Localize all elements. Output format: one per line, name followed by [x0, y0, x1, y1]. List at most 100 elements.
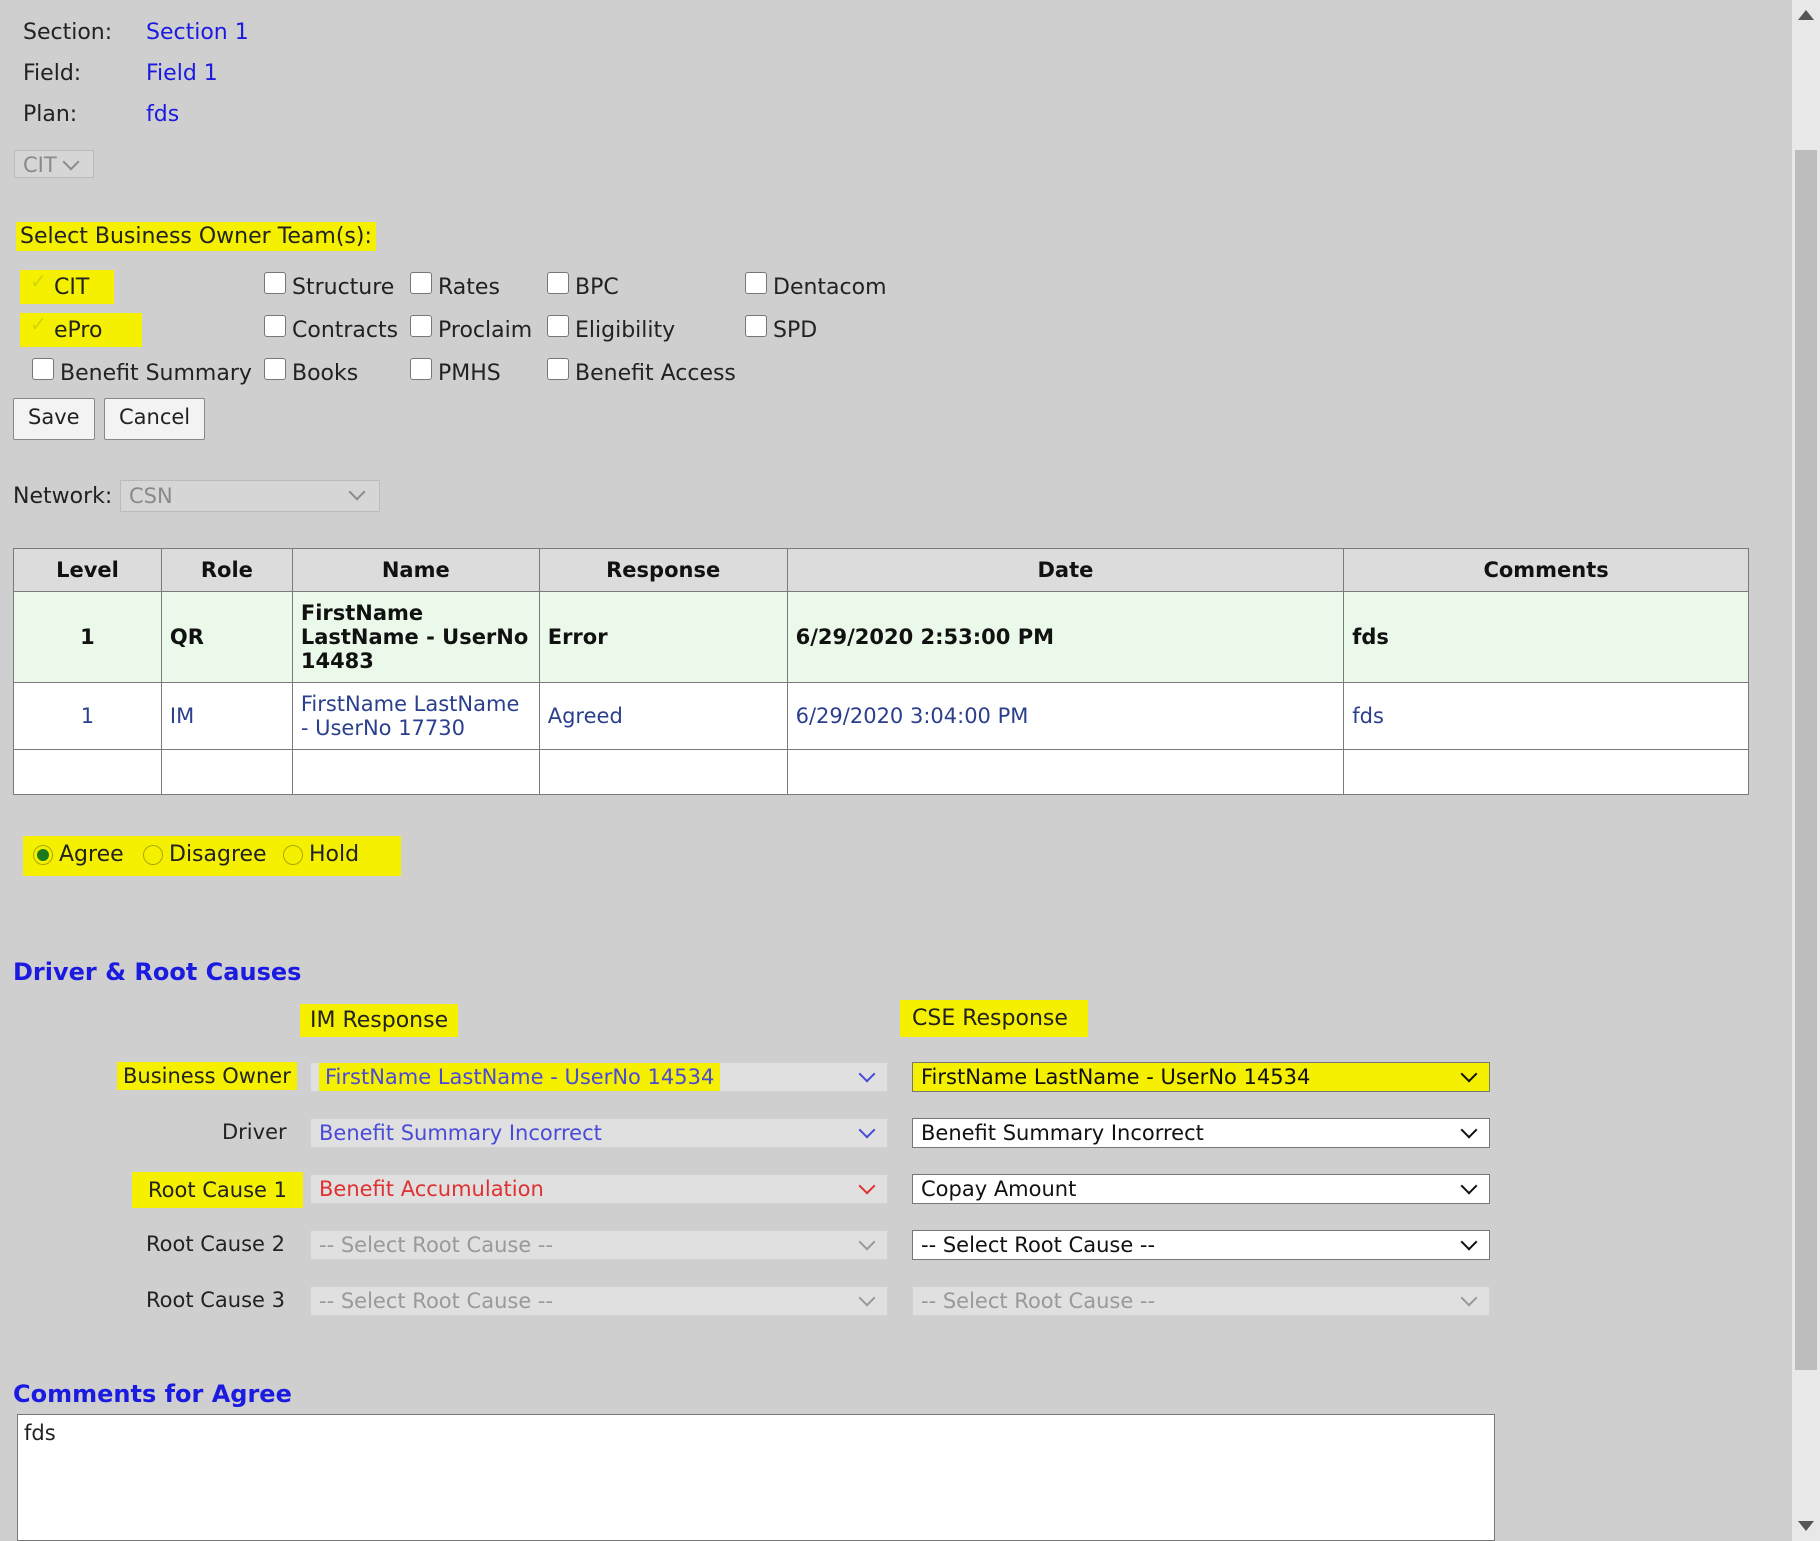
im-driver-select[interactable]: Benefit Summary Incorrect — [310, 1118, 888, 1148]
table-row[interactable]: 1 IM FirstName LastName - UserNo 17730 A… — [13, 682, 1749, 750]
im-root-cause-2-select[interactable]: -- Select Root Cause -- — [310, 1230, 888, 1260]
plan-label: Plan: — [23, 102, 78, 127]
checkbox-label: Books — [292, 360, 359, 386]
checkbox-benefit-summary[interactable]: Benefit Summary — [32, 356, 252, 390]
chevron-down-icon — [858, 1289, 876, 1307]
checkbox-icon — [410, 272, 432, 294]
im-business-owner-select[interactable]: FirstName LastName - UserNo 14534 — [310, 1062, 888, 1092]
chevron-down-icon — [62, 153, 80, 171]
cse-business-owner-select[interactable]: FirstName LastName - UserNo 14534 — [912, 1062, 1490, 1092]
chevron-down-icon — [858, 1121, 876, 1139]
save-button[interactable]: Save — [13, 398, 95, 440]
comments-textarea[interactable]: fds — [17, 1414, 1495, 1541]
im-business-owner-value: FirstName LastName - UserNo 14534 — [319, 1063, 721, 1091]
checkbox-dentacom[interactable]: Dentacom — [745, 270, 887, 304]
cancel-button[interactable]: Cancel — [104, 398, 206, 440]
network-select[interactable]: CSN — [120, 480, 380, 512]
im-root-cause-1-select[interactable]: Benefit Accumulation — [310, 1174, 888, 1204]
column-header[interactable]: Level — [13, 548, 162, 592]
scroll-up-arrow-icon[interactable] — [1798, 10, 1814, 20]
table-cell-role: IM — [160, 682, 293, 750]
checkbox-icon — [547, 358, 569, 380]
checkbox-label: BPC — [575, 274, 619, 300]
review-table: Level Role Name Response Date Comments 1… — [13, 548, 1749, 795]
cse-root-cause-3-select[interactable]: -- Select Root Cause -- — [912, 1286, 1490, 1316]
table-row[interactable]: 1 QR FirstName LastName - UserNo 14483 E… — [13, 591, 1749, 683]
chevron-down-icon — [1460, 1121, 1478, 1139]
radio-agree[interactable]: Agree — [33, 842, 124, 867]
cse-driver-select[interactable]: Benefit Summary Incorrect — [912, 1118, 1490, 1148]
checkbox-contracts[interactable]: Contracts — [264, 313, 398, 347]
team-select[interactable]: CIT — [14, 150, 94, 178]
checkbox-icon — [410, 315, 432, 337]
scroll-down-arrow-icon[interactable] — [1798, 1521, 1814, 1531]
column-header[interactable]: Role — [160, 548, 293, 592]
cse-business-owner-value: FirstName LastName - UserNo 14534 — [921, 1065, 1311, 1089]
checkbox-pmhs[interactable]: PMHS — [410, 356, 501, 390]
checkbox-icon — [32, 358, 54, 380]
table-cell — [13, 749, 162, 795]
vertical-scrollbar[interactable] — [1792, 0, 1820, 1541]
table-cell-response: Error — [538, 591, 788, 683]
root-cause-3-label: Root Cause 3 — [146, 1288, 285, 1312]
checkbox-label: Benefit Access — [575, 360, 736, 386]
radio-label: Hold — [309, 842, 360, 867]
team-select-value: CIT — [23, 153, 57, 177]
section-value: Section 1 — [146, 20, 249, 45]
table-cell-name: FirstName LastName - UserNo 17730 — [291, 682, 540, 750]
table-cell-comments: fds — [1343, 682, 1749, 750]
checkbox-epro[interactable]: ePro — [20, 312, 142, 347]
checkbox-cit[interactable]: CIT — [20, 269, 114, 304]
driver-section-title: Driver & Root Causes — [13, 958, 302, 986]
checkbox-label: Benefit Summary — [60, 360, 252, 386]
radio-hold[interactable]: Hold — [283, 842, 359, 867]
column-header[interactable]: Date — [786, 548, 1345, 592]
checkbox-eligibility[interactable]: Eligibility — [547, 313, 675, 347]
chevron-down-icon — [348, 483, 366, 501]
checkbox-spd[interactable]: SPD — [745, 313, 817, 347]
checkbox-structure[interactable]: Structure — [264, 270, 394, 304]
table-cell-response: Agreed — [538, 682, 788, 750]
checkbox-label: CIT — [54, 274, 90, 300]
column-header[interactable]: Name — [291, 548, 540, 592]
checkbox-rates[interactable]: Rates — [410, 270, 500, 304]
chevron-down-icon — [1460, 1065, 1478, 1083]
checkbox-label: Dentacom — [773, 274, 887, 300]
column-header[interactable]: Comments — [1343, 548, 1749, 592]
im-root-cause-2-value: -- Select Root Cause -- — [319, 1233, 554, 1257]
im-root-cause-3-select[interactable]: -- Select Root Cause -- — [310, 1286, 888, 1316]
field-value: Field 1 — [146, 61, 218, 86]
checkbox-label: PMHS — [438, 360, 501, 386]
checkbox-books[interactable]: Books — [264, 356, 358, 390]
cse-response-header: CSE Response — [900, 1000, 1088, 1037]
checkbox-label: ePro — [54, 317, 103, 343]
checkbox-icon — [410, 358, 432, 380]
scrollbar-thumb[interactable] — [1795, 150, 1817, 1370]
cse-root-cause-1-select[interactable]: Copay Amount — [912, 1174, 1490, 1204]
checkbox-icon — [26, 312, 48, 337]
cse-root-cause-2-select[interactable]: -- Select Root Cause -- — [912, 1230, 1490, 1260]
checkbox-label: SPD — [773, 317, 818, 343]
im-root-cause-3-value: -- Select Root Cause -- — [319, 1289, 554, 1313]
radio-disagree[interactable]: Disagree — [143, 842, 267, 867]
table-cell-date: 6/29/2020 3:04:00 PM — [786, 682, 1345, 750]
checkbox-icon — [26, 269, 48, 294]
root-cause-2-label: Root Cause 2 — [146, 1232, 285, 1256]
checkbox-bpc[interactable]: BPC — [547, 270, 619, 304]
checkbox-label: Rates — [438, 274, 500, 300]
decision-radio-group: Agree Disagree Hold — [23, 836, 401, 876]
chevron-down-icon — [858, 1065, 876, 1083]
checkbox-icon — [264, 315, 286, 337]
plan-value: fds — [146, 102, 180, 127]
checkbox-benefit-access[interactable]: Benefit Access — [547, 356, 736, 390]
table-cell — [291, 749, 540, 795]
checkbox-icon — [264, 358, 286, 380]
column-header[interactable]: Response — [538, 548, 788, 592]
table-cell-level: 1 — [13, 682, 162, 750]
checkbox-proclaim[interactable]: Proclaim — [410, 313, 532, 347]
section-label: Section: — [23, 20, 113, 45]
checkbox-icon — [547, 315, 569, 337]
cse-root-cause-2-value: -- Select Root Cause -- — [921, 1233, 1156, 1257]
chevron-down-icon — [858, 1233, 876, 1251]
checkbox-label: Contracts — [292, 317, 399, 343]
